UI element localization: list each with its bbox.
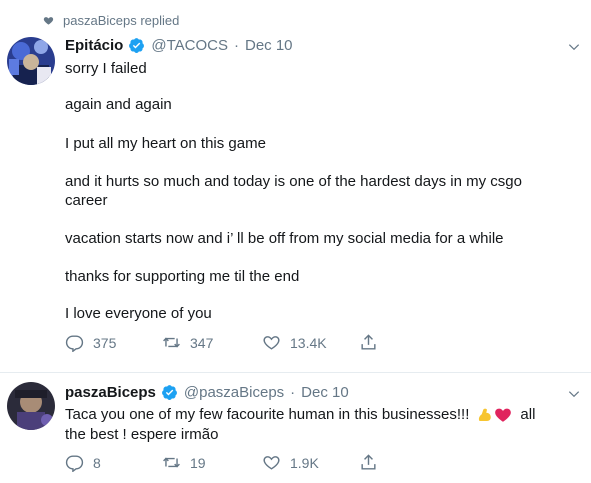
tweet-text: all (520, 406, 536, 423)
red-heart-emoji (495, 408, 512, 422)
share-button[interactable] (359, 453, 378, 472)
tweet-actions: 8 19 1.9K (65, 453, 378, 472)
like-count: 1.9K (290, 454, 319, 471)
separator: · (233, 37, 239, 54)
chevron-down-icon[interactable] (567, 40, 581, 54)
tweet-epitacio[interactable]: Epitácio @TACOCS · Dec 10 sorry I failed… (0, 0, 591, 372)
tweet-text-line: Taca you one of my few facourite human i… (65, 405, 535, 425)
like-button[interactable]: 13.4K (262, 333, 359, 352)
retweet-button[interactable]: 347 (162, 333, 262, 352)
retweet-icon (163, 337, 180, 348)
tweet-text-line: I put all my heart on this game (65, 135, 266, 152)
display-name[interactable]: paszaBiceps (65, 384, 156, 401)
tweet-text-line: career (65, 192, 108, 209)
tweet-text-line: I love everyone of you (65, 305, 212, 322)
retweet-icon (163, 457, 180, 468)
like-count: 13.4K (290, 334, 327, 351)
avatar[interactable] (7, 382, 55, 430)
retweet-count: 19 (190, 454, 206, 471)
share-icon (361, 454, 376, 470)
tweet-text-line: sorry I failed (65, 60, 147, 77)
share-button[interactable] (359, 333, 378, 352)
tweet-text-line: and it hurts so much and today is one of… (65, 173, 522, 190)
flexed-biceps-emoji (479, 408, 492, 421)
reply-count: 8 (93, 454, 101, 471)
tweet-text-line: thanks for supporting me til the end (65, 268, 300, 285)
retweet-button[interactable]: 19 (162, 453, 262, 472)
reply-icon (65, 455, 84, 472)
share-icon (361, 334, 376, 350)
reply-icon (65, 335, 84, 352)
tweet-text: Taca you one of my few facourite human i… (65, 406, 470, 423)
like-icon (263, 336, 280, 350)
display-name[interactable]: Epitácio (65, 37, 123, 54)
tweet-text-line: vacation starts now and i’ ll be off fro… (65, 230, 504, 247)
tweet-paszabiceps[interactable]: paszaBiceps @paszaBiceps · Dec 10 Taca y… (0, 373, 591, 483)
handle[interactable]: @TACOCS (151, 37, 228, 54)
chevron-down-icon[interactable] (567, 387, 581, 401)
tweet-actions: 375 347 13.4K (65, 333, 378, 352)
reply-button[interactable]: 8 (65, 453, 162, 472)
tweet-header: paszaBiceps @paszaBiceps · Dec 10 (65, 384, 349, 401)
avatar[interactable] (7, 37, 55, 85)
like-button[interactable]: 1.9K (262, 453, 359, 472)
tweet-text-line: the best ! espere irmão (65, 426, 219, 443)
reply-button[interactable]: 375 (65, 333, 162, 352)
retweet-count: 347 (190, 334, 214, 351)
handle[interactable]: @paszaBiceps (184, 384, 284, 401)
reply-count: 375 (93, 334, 117, 351)
timestamp[interactable]: Dec 10 (301, 384, 349, 401)
timestamp[interactable]: Dec 10 (245, 37, 293, 54)
verified-badge-icon (129, 38, 145, 53)
tweet-text-line: again and again (65, 96, 172, 113)
tweet-header: Epitácio @TACOCS · Dec 10 (65, 37, 293, 54)
like-icon (263, 456, 280, 470)
verified-badge-icon (161, 385, 177, 400)
separator: · (290, 384, 296, 401)
